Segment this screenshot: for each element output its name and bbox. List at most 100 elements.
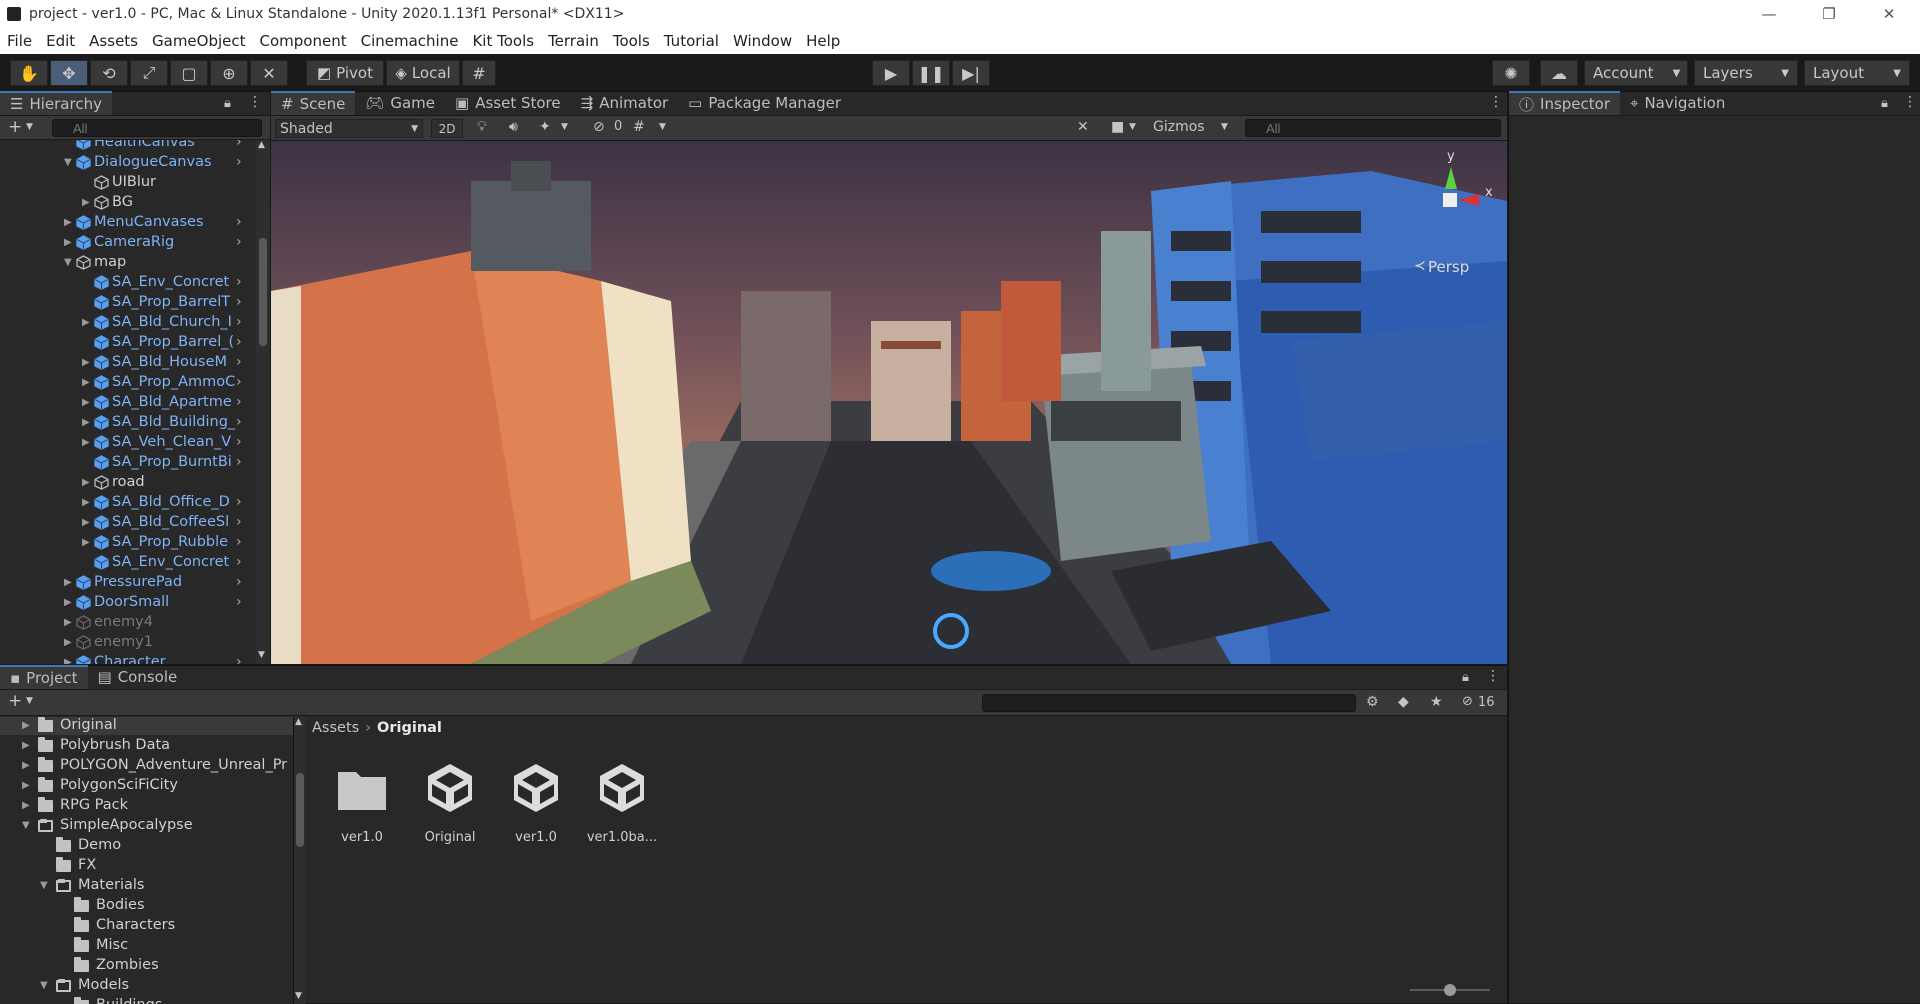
tools-icon[interactable]: ✕ [1077, 119, 1089, 135]
custom-tool-icon[interactable]: ✕ [250, 60, 288, 86]
project-tree-item[interactable]: Characters [0, 915, 293, 935]
open-prefab-arrow-icon[interactable]: › [236, 154, 242, 170]
expand-right-icon[interactable]: ▶ [82, 397, 90, 408]
expand-right-icon[interactable]: ▶ [82, 377, 90, 388]
expand-right-icon[interactable]: ▶ [82, 477, 90, 488]
kebab-menu-icon[interactable]: ⋮ [248, 94, 262, 110]
asset-item[interactable]: ver1.0 [320, 760, 404, 845]
open-prefab-arrow-icon[interactable]: › [236, 334, 242, 350]
close-button[interactable]: ✕ [1860, 0, 1918, 28]
hierarchy-item[interactable]: SA_Prop_Barrel_(› [0, 332, 255, 352]
hierarchy-scrollbar[interactable]: ▲ ▼ [256, 140, 270, 664]
scroll-up-icon[interactable]: ▲ [295, 717, 302, 727]
camera-icon[interactable]: ■ [1111, 119, 1124, 135]
scroll-down-icon[interactable]: ▼ [258, 650, 265, 660]
hierarchy-item[interactable]: SA_Prop_BurntBi › [0, 452, 255, 472]
hierarchy-item[interactable]: SA_Prop_BarrelT › [0, 292, 255, 312]
open-prefab-arrow-icon[interactable]: › [236, 354, 242, 370]
expand-right-icon[interactable]: ▶ [22, 740, 30, 751]
expand-right-icon[interactable]: ▶ [82, 517, 90, 528]
lock-icon[interactable]: 🔒︎ [1462, 670, 1469, 685]
hierarchy-item[interactable]: ▶ Character › [0, 652, 255, 664]
hierarchy-item[interactable]: ▶ SA_Prop_AmmoC › [0, 372, 255, 392]
lock-icon[interactable]: 🔒︎ [224, 96, 231, 111]
open-prefab-arrow-icon[interactable]: › [236, 214, 242, 230]
gizmos-button[interactable]: Gizmos [1153, 119, 1205, 135]
hierarchy-item[interactable]: ▶ SA_Bld_Apartme › [0, 392, 255, 412]
expand-right-icon[interactable]: ▶ [22, 800, 30, 811]
lighting-toggle-icon[interactable]: 💡︎ [477, 119, 487, 135]
hierarchy-search-input[interactable] [52, 119, 262, 137]
hierarchy-item[interactable]: ▼ map [0, 252, 255, 272]
expand-right-icon[interactable]: ▶ [22, 760, 30, 771]
hierarchy-item[interactable]: ▶ enemy1 [0, 632, 255, 652]
chevron-down-icon[interactable]: ▼ [659, 122, 666, 132]
menu-file[interactable]: File [0, 32, 39, 50]
hierarchy-item[interactable]: ▶ SA_Prop_Rubble › [0, 532, 255, 552]
expand-right-icon[interactable]: ▶ [64, 577, 72, 588]
project-tree-scrollbar[interactable]: ▲ ▼ [294, 717, 306, 1004]
asset-item[interactable]: Original [408, 760, 492, 845]
tab-console[interactable]: ▤ Console [88, 665, 188, 689]
chevron-down-icon[interactable]: ▼ [561, 122, 568, 132]
layout-dropdown[interactable]: Layout ▼ [1804, 60, 1910, 86]
hierarchy-item[interactable]: ▶ CameraRig › [0, 232, 255, 252]
project-tree-item[interactable]: ▼ Materials [0, 875, 293, 895]
create-plus-icon[interactable]: + [8, 117, 22, 137]
expand-down-icon[interactable]: ▼ [40, 880, 48, 891]
menu-window[interactable]: Window [726, 32, 799, 50]
rect-tool-icon[interactable]: ▢ [170, 60, 208, 86]
project-tree-item[interactable]: ▶ POLYGON_Adventure_Unreal_Pr [0, 755, 293, 775]
expand-right-icon[interactable]: ▶ [22, 780, 30, 791]
open-prefab-arrow-icon[interactable]: › [236, 394, 242, 410]
hierarchy-item[interactable]: ▶ SA_Bld_Church_I › [0, 312, 255, 332]
kebab-menu-icon[interactable]: ⋮ [1489, 94, 1503, 110]
expand-right-icon[interactable]: ▶ [82, 417, 90, 428]
expand-right-icon[interactable]: ▶ [64, 657, 72, 665]
menu-terrain[interactable]: Terrain [541, 32, 606, 50]
project-tree-item[interactable]: ▼ SimpleApocalypse [0, 815, 293, 835]
scene-orientation-gizmo[interactable]: y x [1389, 147, 1501, 247]
open-prefab-arrow-icon[interactable]: › [236, 514, 242, 530]
expand-right-icon[interactable]: ▶ [82, 437, 90, 448]
pivot-toggle[interactable]: ◩ Pivot [306, 60, 384, 86]
hierarchy-item[interactable]: ▶ BG [0, 192, 255, 212]
tab-navigation[interactable]: ⌖ Navigation [1620, 91, 1735, 115]
open-prefab-arrow-icon[interactable]: › [236, 574, 242, 590]
search-by-type-icon[interactable]: ⚙ [1366, 694, 1379, 710]
expand-down-icon[interactable]: ▼ [64, 257, 72, 268]
pause-button-icon[interactable]: ❚❚ [912, 60, 950, 86]
scroll-up-icon[interactable]: ▲ [258, 140, 265, 150]
gizmo-y-axis[interactable] [1445, 167, 1457, 189]
layers-dropdown[interactable]: Layers ▼ [1694, 60, 1798, 86]
hierarchy-item[interactable]: UIBlur [0, 172, 255, 192]
scrollbar-thumb[interactable] [296, 773, 304, 847]
toggle-2d-button[interactable]: 2D [431, 119, 463, 138]
kebab-menu-icon[interactable]: ⋮ [1903, 94, 1917, 110]
hierarchy-item[interactable]: ▶ SA_Bld_HouseM › [0, 352, 255, 372]
project-tree-item[interactable]: ▶ Polybrush Data [0, 735, 293, 755]
open-prefab-arrow-icon[interactable]: › [236, 434, 242, 450]
menu-cinemachine[interactable]: Cinemachine [354, 32, 466, 50]
expand-right-icon[interactable]: ▶ [82, 197, 90, 208]
expand-right-icon[interactable]: ▶ [64, 237, 72, 248]
audio-toggle-icon[interactable]: 🔊︎ [509, 119, 518, 135]
hierarchy-item[interactable]: ▶ MenuCanvases › [0, 212, 255, 232]
collab-cloud-icon[interactable]: ☁ [1540, 60, 1578, 86]
project-tree-item[interactable]: ▶ Original [0, 717, 293, 735]
hierarchy-item[interactable]: SA_Env_Concret › [0, 552, 255, 572]
open-prefab-arrow-icon[interactable]: › [236, 414, 242, 430]
expand-down-icon[interactable]: ▼ [22, 820, 30, 831]
lock-icon[interactable]: 🔒︎ [1881, 96, 1888, 111]
open-prefab-arrow-icon[interactable]: › [236, 654, 242, 664]
favorites-star-icon[interactable]: ★ [1430, 694, 1443, 710]
project-tree-item[interactable]: ▶ RPG Pack [0, 795, 293, 815]
local-toggle[interactable]: ◈ Local [386, 60, 460, 86]
tab-game[interactable]: 🎮︎ Game [355, 91, 445, 115]
expand-down-icon[interactable]: ▼ [64, 157, 72, 168]
hierarchy-item[interactable]: ▼ DialogueCanvas › [0, 152, 255, 172]
tab-hierarchy[interactable]: ☰ Hierarchy [0, 91, 112, 115]
hierarchy-item[interactable]: ▶ SA_Bld_Building_ › [0, 412, 255, 432]
effects-toggle-icon[interactable]: ✦ [539, 119, 551, 135]
shading-mode-dropdown[interactable]: Shaded ▼ [275, 119, 423, 138]
